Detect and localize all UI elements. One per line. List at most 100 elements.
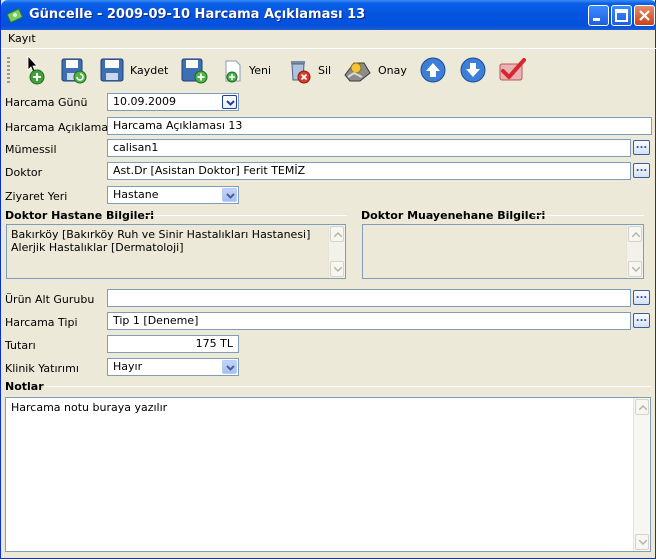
onay-button[interactable]: Onay <box>342 53 407 87</box>
klinik-yatirimi-label: Klinik Yatırımı <box>5 362 79 375</box>
chevron-down-icon <box>639 540 647 545</box>
chevron-up-icon <box>632 232 640 237</box>
doktor-hastane-title: Doktor Hastane Bilgileri <box>5 209 155 222</box>
ziyaret-yeri-select[interactable]: Hastane <box>107 186 239 204</box>
cursor-add-icon <box>27 54 45 85</box>
hastane-line: Bakırköy [Bakırköy Ruh ve Sinir Hastalık… <box>11 228 311 241</box>
harcama-aciklamasi-label: Harcama Açıklaması <box>5 121 117 134</box>
mumessil-browse-button[interactable]: ... <box>633 140 650 155</box>
save-new-button[interactable] <box>179 53 211 87</box>
move-up-button[interactable] <box>418 53 448 87</box>
sil-button[interactable]: Sil <box>286 53 331 87</box>
save-add-icon <box>181 58 208 84</box>
urun-alt-gurubu-input[interactable] <box>107 289 631 307</box>
arrow-up-icon <box>420 57 446 83</box>
klinik-yatirimi-dropdown-button[interactable] <box>222 360 237 374</box>
scroll-up-button[interactable] <box>330 226 344 242</box>
toolbar: Kaydet Yeni Sil Onay <box>1 48 656 90</box>
urun-alt-gurubu-label: Ürün Alt Gurubu <box>5 293 95 306</box>
ziyaret-yeri-label: Ziyaret Yeri <box>5 190 68 203</box>
date-dropdown-button[interactable] <box>222 95 237 109</box>
confirm-button[interactable] <box>496 53 528 87</box>
kaydet-label: Kaydet <box>130 63 169 77</box>
klinik-yatirimi-select[interactable]: Hayır <box>107 358 239 376</box>
doktor-muayenehane-divider <box>532 215 644 216</box>
minimize-icon <box>593 18 600 21</box>
new-document-icon <box>225 60 241 83</box>
maximize-button[interactable] <box>611 5 632 26</box>
harcama-aciklamasi-value: Harcama Açıklaması 13 <box>113 119 243 132</box>
harcama-aciklamasi-input[interactable]: Harcama Açıklaması 13 <box>107 117 652 135</box>
chevron-down-icon <box>632 267 640 272</box>
sil-label: Sil <box>318 63 332 77</box>
doktor-hastane-divider <box>145 215 347 216</box>
maximize-icon <box>615 9 628 22</box>
harcama-tipi-input[interactable]: Tip 1 [Deneme] <box>107 312 631 330</box>
save-refresh-icon <box>61 58 87 84</box>
update-window: Güncelle - 2009-09-10 Harcama Açıklaması… <box>0 0 656 559</box>
chevron-up-icon <box>639 405 647 410</box>
window-title: Güncelle - 2009-09-10 Harcama Açıklaması… <box>29 7 366 22</box>
scroll-up-button[interactable] <box>628 226 642 242</box>
yeni-label: Yeni <box>249 63 272 77</box>
chevron-down-icon <box>226 100 235 106</box>
doktor-input[interactable]: Ast.Dr [Asistan Doktor] Ferit TEMİZ <box>107 162 631 180</box>
close-button[interactable] <box>634 5 655 26</box>
scroll-down-button[interactable] <box>635 534 649 550</box>
notlar-divider <box>45 386 651 387</box>
tutari-value: 175 TL <box>195 337 233 350</box>
harcama-tipi-value: Tip 1 [Deneme] <box>113 314 199 327</box>
money-icon <box>7 8 23 23</box>
notlar-title: Notlar <box>5 380 44 393</box>
chevron-down-icon <box>226 365 235 371</box>
title-bar[interactable]: Güncelle - 2009-09-10 Harcama Açıklaması… <box>1 0 656 30</box>
hastane-scrollbar[interactable] <box>328 225 345 278</box>
doktor-label: Doktor <box>5 166 43 179</box>
add-record-button[interactable] <box>23 53 49 87</box>
scroll-down-button[interactable] <box>330 261 344 277</box>
tutari-label: Tutarı <box>5 339 36 352</box>
mumessil-value: calisan1 <box>113 141 159 154</box>
close-icon <box>639 10 650 21</box>
toolbar-grip[interactable] <box>7 57 10 83</box>
doktor-hastane-memo[interactable]: Bakırköy [Bakırköy Ruh ve Sinir Hastalık… <box>6 224 346 279</box>
muayenehane-scrollbar[interactable] <box>626 225 643 278</box>
hastane-line: Alerjik Hastalıklar [Dermatoloji] <box>11 241 184 254</box>
harcama-tipi-browse-button[interactable]: ... <box>633 313 650 328</box>
ziyaret-yeri-dropdown-button[interactable] <box>222 188 237 202</box>
klinik-yatirimi-value: Hayır <box>113 360 143 373</box>
yeni-button[interactable]: Yeni <box>221 53 271 87</box>
scroll-down-button[interactable] <box>628 261 642 277</box>
tutari-input[interactable]: 175 TL <box>107 335 239 353</box>
save-icon <box>100 58 124 82</box>
chevron-down-icon <box>226 193 235 199</box>
menu-kayit[interactable]: Kayıt <box>8 32 36 45</box>
save-refresh-button[interactable] <box>59 53 89 87</box>
menu-bar: Kayıt <box>1 30 656 48</box>
doktor-value: Ast.Dr [Asistan Doktor] Ferit TEMİZ <box>113 164 306 177</box>
arrow-down-icon <box>460 57 486 83</box>
checkmark-icon <box>499 58 526 81</box>
harcama-gunu-label: Harcama Günü <box>5 96 88 109</box>
ziyaret-yeri-value: Hastane <box>113 188 159 201</box>
doktor-browse-button[interactable]: ... <box>633 163 650 178</box>
harcama-tipi-label: Harcama Tipi <box>5 316 78 329</box>
chevron-down-icon <box>334 267 342 272</box>
delete-icon <box>291 61 311 84</box>
notlar-value: Harcama notu buraya yazılır <box>11 401 168 414</box>
chevron-up-icon <box>334 232 342 237</box>
mumessil-label: Mümessil <box>5 143 57 156</box>
move-down-button[interactable] <box>458 53 488 87</box>
doktor-muayenehane-title: Doktor Muayenehane Bilgileri <box>361 209 546 222</box>
minimize-button[interactable] <box>588 5 609 26</box>
doktor-muayenehane-memo[interactable] <box>362 224 644 279</box>
harcama-gunu-value: 10.09.2009 <box>113 95 176 108</box>
scroll-up-button[interactable] <box>635 399 649 415</box>
onay-label: Onay <box>378 63 407 77</box>
kaydet-button[interactable]: Kaydet <box>98 53 168 87</box>
mumessil-input[interactable]: calisan1 <box>107 139 631 157</box>
notlar-textarea[interactable]: Harcama notu buraya yazılır <box>5 397 651 552</box>
urun-alt-gurubu-browse-button[interactable]: ... <box>633 290 650 305</box>
notlar-scrollbar[interactable] <box>633 398 650 551</box>
harcama-gunu-date-picker[interactable]: 10.09.2009 <box>107 93 239 111</box>
